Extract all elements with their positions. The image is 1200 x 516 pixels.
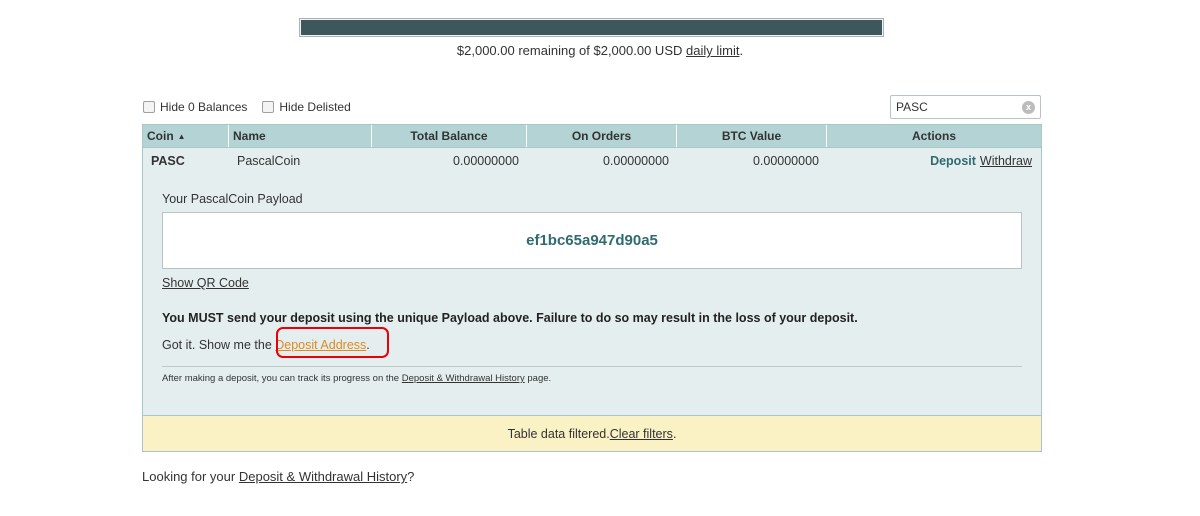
column-header-on-orders[interactable]: On Orders (527, 125, 677, 147)
balances-table: Coin ▲ Name Total Balance On Orders BTC … (142, 124, 1042, 452)
coin-name: PascalCoin (237, 153, 301, 168)
payload-value[interactable]: ef1bc65a947d90a5 (162, 212, 1022, 269)
daily-limit-progress-fill (301, 20, 882, 35)
table-header: Coin ▲ Name Total Balance On Orders BTC … (143, 125, 1041, 148)
clear-search-icon[interactable]: x (1022, 101, 1035, 114)
hide-delisted-label: Hide Delisted (279, 100, 351, 114)
daily-limit-text: $2,000.00 remaining of $2,000.00 USD dai… (456, 43, 744, 58)
deposit-button[interactable]: Deposit (930, 154, 976, 168)
btc-value: 0.00000000 (752, 153, 819, 168)
balance-filters: Hide 0 Balances Hide Delisted (143, 100, 366, 114)
on-orders: 0.00000000 (602, 153, 669, 168)
coin-symbol: PASC (151, 153, 185, 168)
deposit-address-link[interactable]: Deposit Address (275, 338, 366, 352)
total-balance: 0.00000000 (452, 153, 519, 168)
column-header-btc-value[interactable]: BTC Value (677, 125, 827, 147)
hide-delisted-checkbox[interactable]: Hide Delisted (262, 100, 351, 114)
history-prompt: Looking for your Deposit & Withdrawal Hi… (142, 469, 415, 484)
column-header-actions: Actions (911, 129, 956, 143)
column-header-name[interactable]: Name (229, 125, 372, 147)
deposit-history-link-small[interactable]: Deposit & Withdrawal History (402, 373, 525, 384)
deposit-tracking-note: After making a deposit, you can track it… (162, 373, 552, 384)
sort-ascending-icon: ▲ (177, 131, 186, 141)
checkbox-icon[interactable] (143, 101, 155, 113)
checkbox-icon[interactable] (262, 101, 275, 113)
coin-search-box: x (890, 95, 1041, 119)
panel-divider (162, 366, 1022, 367)
coin-search-input[interactable] (891, 96, 1016, 118)
column-header-coin[interactable]: Coin ▲ (143, 125, 229, 147)
payload-label: Your PascalCoin Payload (162, 192, 303, 206)
show-qr-code-link[interactable]: Show QR Code (162, 276, 249, 290)
show-address-prompt: Got it. Show me the Deposit Address. (162, 327, 389, 358)
hide-zero-balances-checkbox[interactable]: Hide 0 Balances (143, 100, 247, 114)
hide-zero-balances-label: Hide 0 Balances (160, 100, 248, 114)
clear-filters-link[interactable]: Clear filters (610, 427, 673, 441)
withdraw-button[interactable]: Withdraw (980, 154, 1032, 168)
filter-notice: Table data filtered. Clear filters. (143, 415, 1041, 451)
daily-limit-link[interactable]: daily limit (686, 43, 739, 58)
row-actions: Deposit Withdraw (827, 148, 1041, 173)
payload-warning: You MUST send your deposit using the uni… (162, 311, 858, 325)
table-row: PASC PascalCoin 0.00000000 0.00000000 0.… (143, 148, 1041, 173)
daily-limit-progress-bar (299, 18, 884, 37)
deposit-panel: Your PascalCoin Payload ef1bc65a947d90a5… (143, 173, 1041, 415)
column-header-total-balance[interactable]: Total Balance (372, 125, 527, 147)
deposit-withdrawal-history-link[interactable]: Deposit & Withdrawal History (239, 469, 407, 484)
